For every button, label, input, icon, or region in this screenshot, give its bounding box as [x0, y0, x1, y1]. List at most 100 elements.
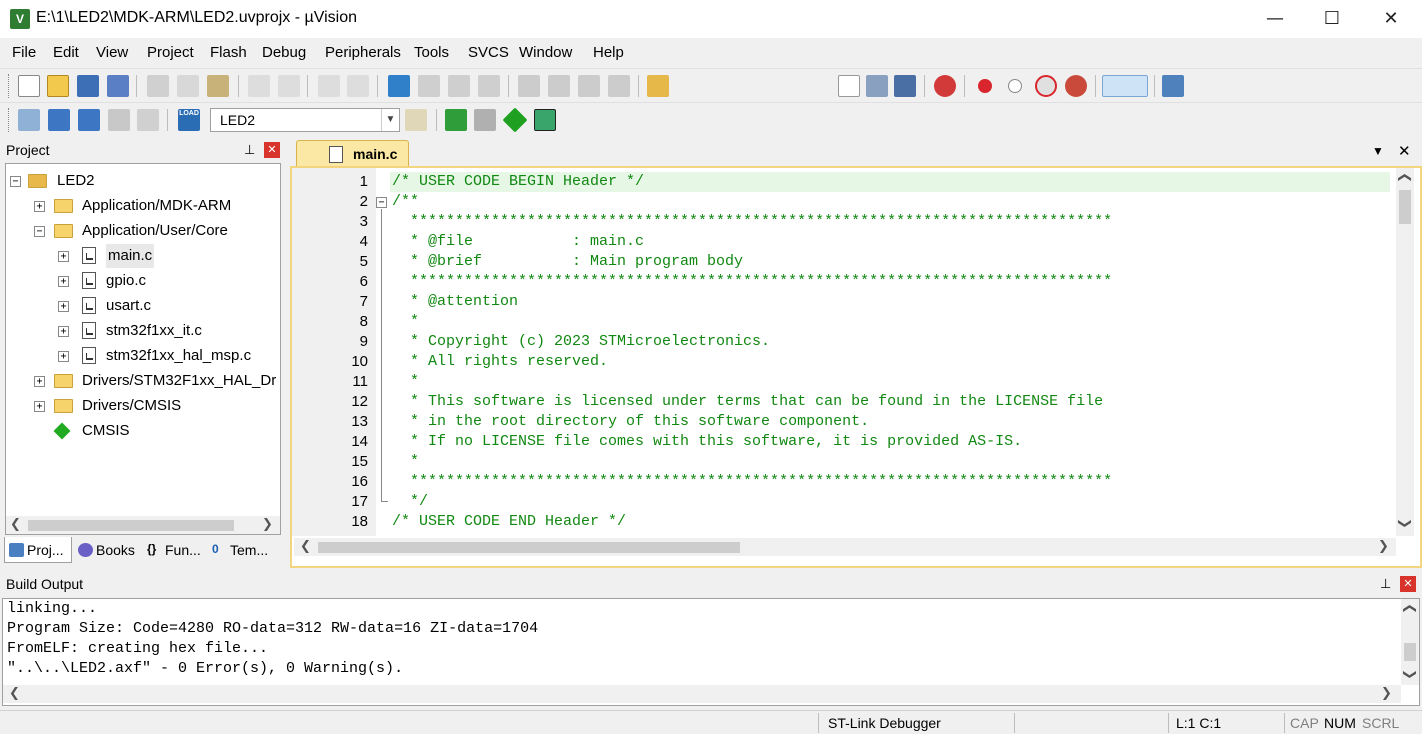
rebuild-icon[interactable] — [78, 109, 100, 131]
scroll-up-icon[interactable]: ❯ — [1397, 172, 1412, 183]
tab-books[interactable]: Books — [74, 537, 140, 563]
collapse-icon[interactable]: − — [34, 226, 45, 237]
scroll-down-icon[interactable]: ❯ — [1402, 669, 1417, 680]
bookmark-next-icon[interactable] — [448, 75, 470, 97]
close-pane-icon[interactable]: ✕ — [1400, 576, 1416, 592]
code-area[interactable]: 1/* USER CODE BEGIN Header */ 2/** 3 ***… — [292, 172, 1392, 536]
target-select[interactable]: LED2 ▼ — [210, 108, 400, 132]
menu-tools[interactable]: Tools — [414, 44, 449, 61]
menu-view[interactable]: View — [96, 44, 128, 61]
tab-project[interactable]: Proj... — [4, 537, 72, 563]
menu-file[interactable]: File — [12, 44, 36, 61]
scroll-up-icon[interactable]: ❯ — [1402, 603, 1417, 614]
build-icon[interactable] — [48, 109, 70, 131]
close-window-button[interactable]: ✕ — [1362, 0, 1420, 38]
maximize-button[interactable]: ☐ — [1303, 0, 1361, 38]
find-in-files-icon[interactable] — [647, 75, 669, 97]
manage-project-items-icon[interactable] — [445, 109, 467, 131]
navigate-forward-icon[interactable] — [347, 75, 369, 97]
window-layout-icon[interactable] — [1102, 75, 1148, 97]
tree-horizontal-scrollbar[interactable]: ❮ ❯ — [6, 516, 280, 534]
menu-edit[interactable]: Edit — [53, 44, 79, 61]
incremental-find-icon[interactable] — [894, 75, 916, 97]
translate-icon[interactable] — [18, 109, 40, 131]
comment-icon[interactable] — [578, 75, 600, 97]
redo-icon[interactable] — [278, 75, 300, 97]
expand-icon[interactable]: + — [58, 351, 69, 362]
toolbar-grip[interactable] — [8, 108, 11, 132]
manage-run-time-environment-icon[interactable] — [502, 107, 528, 133]
navigate-back-icon[interactable] — [318, 75, 340, 97]
expand-icon[interactable]: + — [58, 326, 69, 337]
minimize-button[interactable]: — — [1246, 0, 1304, 38]
scroll-left-icon[interactable]: ❮ — [300, 539, 311, 554]
close-document-icon[interactable]: ✕ — [1398, 142, 1411, 160]
configure-icon[interactable] — [1162, 75, 1184, 97]
unindent-icon[interactable] — [548, 75, 570, 97]
expand-icon[interactable]: + — [58, 251, 69, 262]
bookmark-previous-icon[interactable] — [418, 75, 440, 97]
scroll-right-icon[interactable]: ❯ — [1381, 686, 1392, 701]
save-icon[interactable] — [77, 75, 99, 97]
scrollbar-thumb[interactable] — [318, 542, 740, 553]
cut-icon[interactable] — [147, 75, 169, 97]
editor-vertical-scrollbar[interactable]: ❯ ❯ — [1396, 168, 1414, 536]
scroll-right-icon[interactable]: ❯ — [1378, 539, 1389, 554]
stop-build-icon[interactable] — [137, 109, 159, 131]
menu-help[interactable]: Help — [593, 44, 624, 61]
expand-icon[interactable]: + — [58, 276, 69, 287]
batch-build-icon[interactable] — [108, 109, 130, 131]
scrollbar-thumb[interactable] — [1404, 643, 1416, 661]
find-dropdown-icon[interactable] — [838, 75, 860, 97]
output-vertical-scrollbar[interactable]: ❯ ❯ — [1401, 599, 1419, 685]
collapse-icon[interactable]: − — [10, 176, 21, 187]
paste-icon[interactable] — [207, 75, 229, 97]
copy-icon[interactable] — [177, 75, 199, 97]
expand-icon[interactable]: + — [34, 201, 45, 212]
menu-window[interactable]: Window — [519, 44, 572, 61]
pin-icon[interactable]: ⊥ — [244, 139, 255, 161]
disable-breakpoints-icon[interactable] — [1035, 75, 1057, 97]
tab-main-c[interactable]: main.c — [296, 140, 409, 167]
menu-peripherals[interactable]: Peripherals — [325, 44, 401, 61]
download-load-icon[interactable]: LOAD — [178, 109, 200, 131]
indent-icon[interactable] — [518, 75, 540, 97]
kill-breakpoints-icon[interactable] — [1065, 75, 1087, 97]
options-for-target-icon[interactable] — [405, 109, 427, 131]
menu-flash[interactable]: Flash — [210, 44, 247, 61]
editor-horizontal-scrollbar[interactable]: ❮ ❯ — [294, 538, 1396, 556]
new-file-icon[interactable] — [18, 75, 40, 97]
close-pane-icon[interactable]: ✕ — [264, 142, 280, 158]
menu-svcs[interactable]: SVCS — [468, 44, 509, 61]
debug-session-icon[interactable] — [934, 75, 956, 97]
enable-breakpoint-icon[interactable] — [1008, 79, 1022, 93]
select-packs-icon[interactable] — [474, 109, 496, 131]
open-file-icon[interactable] — [47, 75, 69, 97]
expand-icon[interactable]: + — [58, 301, 69, 312]
pack-installer-icon[interactable] — [534, 109, 556, 131]
scroll-left-icon[interactable]: ❮ — [10, 517, 21, 532]
find-icon[interactable] — [866, 75, 888, 97]
undo-icon[interactable] — [248, 75, 270, 97]
chevron-down-icon[interactable]: ▼ — [381, 109, 399, 131]
uncomment-icon[interactable] — [608, 75, 630, 97]
save-all-icon[interactable] — [107, 75, 129, 97]
tab-functions[interactable]: {} Fun... — [143, 537, 207, 563]
bookmark-clear-icon[interactable] — [478, 75, 500, 97]
pin-icon[interactable]: ⊥ — [1380, 572, 1391, 596]
insert-breakpoint-icon[interactable] — [978, 79, 992, 93]
scrollbar-thumb[interactable] — [28, 520, 234, 531]
expand-icon[interactable]: + — [34, 401, 45, 412]
output-horizontal-scrollbar[interactable]: ❮ ❯ — [3, 685, 1401, 703]
fold-collapse-icon[interactable]: − — [376, 197, 387, 208]
bookmark-toggle-icon[interactable] — [388, 75, 410, 97]
menu-project[interactable]: Project — [147, 44, 194, 61]
expand-icon[interactable]: + — [34, 376, 45, 387]
build-output-text[interactable]: linking... Program Size: Code=4280 RO-da… — [2, 598, 1420, 706]
toolbar-grip[interactable] — [8, 74, 11, 98]
scroll-right-icon[interactable]: ❯ — [262, 517, 273, 532]
tab-templates[interactable]: 0 Tem... — [208, 537, 278, 563]
code-editor[interactable]: 1/* USER CODE BEGIN Header */ 2/** 3 ***… — [290, 166, 1422, 568]
scroll-left-icon[interactable]: ❮ — [9, 686, 20, 701]
tab-list-dropdown-icon[interactable]: ▼ — [1372, 144, 1384, 158]
